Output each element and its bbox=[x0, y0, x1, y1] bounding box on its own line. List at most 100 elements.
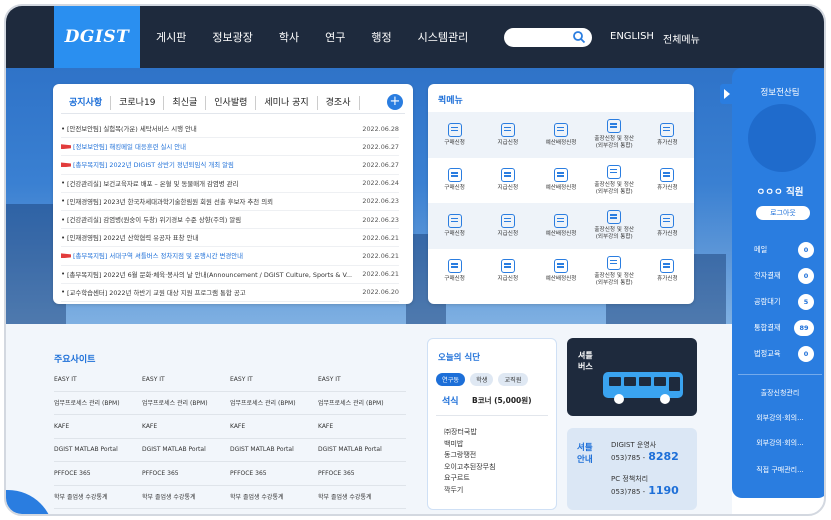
site-link[interactable]: EASY IT bbox=[318, 376, 406, 383]
english-link[interactable]: ENGLISH bbox=[610, 31, 654, 42]
tab-seminar[interactable]: 세미나 공지 bbox=[256, 95, 318, 110]
notice-title[interactable]: [총무복지팀] 서대구역 셔틀버스 정차지점 및 운행시간 변경안내 bbox=[73, 251, 361, 260]
logout-button[interactable]: 로그아웃 bbox=[756, 206, 810, 220]
quick-menu-item[interactable]: 출장신청 및 정산 (외부강의 통합) bbox=[588, 158, 641, 204]
site-link[interactable]: DGIST MATLAB Portal bbox=[230, 446, 318, 453]
notice-row[interactable]: [정보보안팀] 해킹메일 대응훈련 실시 안내 2022.06.27 bbox=[61, 138, 399, 157]
quick-menu-item[interactable]: 지급신청 bbox=[481, 112, 534, 158]
site-link[interactable]: KAFE bbox=[230, 423, 318, 430]
quick-menu-item[interactable]: 예산배정신청 bbox=[534, 249, 587, 295]
notice-title[interactable]: [교수학습센터] 2022년 하반기 교원 대상 지원 프로그램 통합 공고 bbox=[67, 288, 361, 297]
notice-row[interactable]: • [건강관리실] 보건교육자료 배포 – 온혈 및 동물매개 감염병 관리 202… bbox=[61, 175, 399, 193]
notice-row[interactable]: • [인재경영팀] 2023년 한국차세대과학기술한림원 회원 선출 후보자 추천… bbox=[61, 193, 399, 211]
site-link[interactable]: 학부 졸업생 수강통계 bbox=[230, 492, 318, 501]
quick-menu-item[interactable]: 휴가신청 bbox=[641, 158, 694, 204]
meal-tab-staff[interactable]: 교직원 bbox=[498, 373, 528, 386]
site-link[interactable]: PFFOCE 365 bbox=[54, 470, 142, 477]
shuttle-bus-card[interactable]: 셔틀 버스 bbox=[567, 338, 697, 416]
site-link[interactable]: DGIST MATLAB Portal bbox=[54, 446, 142, 453]
quick-menu-item[interactable]: 예산배정신청 bbox=[534, 203, 587, 249]
site-link[interactable]: 학부 졸업생 수강통계 bbox=[54, 492, 142, 501]
site-link[interactable]: EASY IT bbox=[54, 376, 142, 383]
site-link[interactable]: PFFOCE 365 bbox=[318, 470, 406, 477]
meal-tab-research[interactable]: 연구동 bbox=[436, 373, 466, 386]
notice-title[interactable]: [인재경영팀] 2022년 산학협력 유공자 표창 안내 bbox=[67, 233, 361, 242]
nav-board[interactable]: 게시판 bbox=[156, 29, 186, 45]
notice-row[interactable]: • [인재경영팀] 2022년 산학협력 유공자 표창 안내 2022.06.21 bbox=[61, 229, 399, 248]
quick-menu-item[interactable]: 휴가신청 bbox=[641, 249, 694, 295]
quick-menu-label: 출장신청 및 정산 (외부강의 통합) bbox=[594, 227, 634, 241]
notice-title[interactable]: [총무복지팀] 2022년 6월 문화·체육·봉사의 날 안내(Announce… bbox=[67, 270, 361, 279]
site-link[interactable]: PFFOCE 365 bbox=[230, 470, 318, 477]
notice-row[interactable]: • [교수학습센터] 2022년 하반기 교원 대상 지원 프로그램 통합 공고 2… bbox=[61, 284, 399, 302]
nav-info[interactable]: 정보광장 bbox=[212, 29, 252, 45]
site-link[interactable]: 업무프로세스 관리 (BPM) bbox=[230, 398, 318, 407]
quick-menu-item[interactable]: 구매신청 bbox=[428, 249, 481, 295]
site-link[interactable]: 학부 졸업생 수강통계 bbox=[318, 492, 406, 501]
nav-system[interactable]: 시스템관리 bbox=[418, 29, 469, 45]
meal-tab-student[interactable]: 학생 bbox=[470, 373, 494, 386]
counter-integrated[interactable]: 통합결재 89 bbox=[754, 316, 814, 340]
site-link[interactable]: DGIST MATLAB Portal bbox=[318, 446, 406, 453]
notice-row[interactable]: • [건강관리실] 감염병(원숭이 두창) 위기경보 수준 상향(주의) 알림 20… bbox=[61, 211, 399, 230]
quick-menu-item[interactable]: 지급신청 bbox=[481, 249, 534, 295]
notice-title[interactable]: [건강관리실] 보건교육자료 배포 – 온혈 및 동물매개 감염병 관리 bbox=[67, 179, 361, 188]
nav-research[interactable]: 연구 bbox=[325, 29, 345, 45]
tab-events[interactable]: 경조사 bbox=[318, 95, 360, 110]
quick-menu-label: 구매신청 bbox=[444, 230, 465, 237]
counter-viewing[interactable]: 공람대기 5 bbox=[754, 290, 814, 314]
quick-menu-item[interactable]: 출장신청 및 정산 (외부강의 통합) bbox=[588, 203, 641, 249]
quick-menu-item[interactable]: 출장신청 및 정산 (외부강의 통합) bbox=[588, 112, 641, 158]
quick-menu-item[interactable]: 예산배정신청 bbox=[534, 158, 587, 204]
site-link[interactable]: KAFE bbox=[142, 423, 230, 430]
site-link[interactable]: EASY IT bbox=[230, 376, 318, 383]
search-icon[interactable] bbox=[572, 30, 586, 44]
quick-menu-item[interactable]: 휴가신청 bbox=[641, 203, 694, 249]
quick-menu-item[interactable]: 구매신청 bbox=[428, 158, 481, 204]
notice-title[interactable]: [안전보안팀] 실험복(가운) 세탁서비스 시행 안내 bbox=[67, 124, 361, 133]
contact-number[interactable]: 053)785 -1190 bbox=[611, 484, 679, 497]
search-input[interactable] bbox=[512, 30, 572, 45]
counter-mail[interactable]: 메일 0 bbox=[754, 238, 814, 262]
quick-menu-item[interactable]: 지급신청 bbox=[481, 203, 534, 249]
sidebar-link[interactable]: 출장신청관리 bbox=[732, 388, 824, 398]
quick-menu-item[interactable]: 지급신청 bbox=[481, 158, 534, 204]
site-link[interactable]: 업무프로세스 관리 (BPM) bbox=[142, 398, 230, 407]
site-link[interactable]: KAFE bbox=[318, 423, 406, 430]
tab-latest[interactable]: 최신글 bbox=[164, 95, 207, 110]
nav-academic[interactable]: 학사 bbox=[279, 29, 299, 45]
all-menu-link[interactable]: 전체메뉴 bbox=[663, 31, 700, 46]
more-button[interactable]: + bbox=[387, 94, 403, 110]
sidebar-link[interactable]: 직접 구매관리... bbox=[732, 465, 824, 475]
quick-menu-item[interactable]: 구매신청 bbox=[428, 203, 481, 249]
tab-covid[interactable]: 코로나19 bbox=[111, 95, 165, 110]
counter-approval[interactable]: 전자결재 0 bbox=[754, 264, 814, 288]
quick-menu-item[interactable]: 예산배정신청 bbox=[534, 112, 587, 158]
notice-title[interactable]: [정보보안팀] 해킹메일 대응훈련 실시 안내 bbox=[73, 142, 361, 151]
sidebar-link[interactable]: 외부강의·회의... bbox=[732, 438, 824, 448]
notice-row[interactable]: [총무복지팀] 2022년 DIGIST 상반기 정년퇴임식 개최 알림 2022… bbox=[61, 156, 399, 175]
quick-menu-item[interactable]: 출장신청 및 정산 (외부강의 통합) bbox=[588, 249, 641, 295]
notice-row[interactable]: • [안전보안팀] 실험복(가운) 세탁서비스 시행 안내 2022.06.28 bbox=[61, 120, 399, 139]
tab-personnel[interactable]: 인사발령 bbox=[206, 95, 257, 110]
notice-row[interactable]: [총무복지팀] 서대구역 셔틀버스 정차지점 및 운행시간 변경안내 2022.0… bbox=[61, 247, 399, 266]
quick-menu-item[interactable]: 구매신청 bbox=[428, 112, 481, 158]
sidebar-link[interactable]: 외부강의·회의... bbox=[732, 413, 824, 423]
site-link[interactable]: EASY IT bbox=[142, 376, 230, 383]
site-link[interactable]: PFFOCE 365 bbox=[142, 470, 230, 477]
contact-number[interactable]: 053)785 -8282 bbox=[611, 450, 679, 463]
notice-title[interactable]: [총무복지팀] 2022년 DIGIST 상반기 정년퇴임식 개최 알림 bbox=[73, 160, 361, 169]
site-link[interactable]: 업무프로세스 관리 (BPM) bbox=[318, 398, 406, 407]
notice-row[interactable]: • [총무복지팀] 2022년 6월 문화·체육·봉사의 날 안내(Announc… bbox=[61, 266, 399, 284]
site-link[interactable]: KAFE bbox=[54, 423, 142, 430]
quick-menu-item[interactable]: 휴가신청 bbox=[641, 112, 694, 158]
notice-title[interactable]: [인재경영팀] 2023년 한국차세대과학기술한림원 회원 선출 후보자 추천 … bbox=[67, 197, 361, 206]
logo[interactable]: DGIST bbox=[54, 6, 140, 68]
site-link[interactable]: 업무프로세스 관리 (BPM) bbox=[54, 398, 142, 407]
counter-education[interactable]: 법정교육 0 bbox=[754, 342, 814, 366]
notice-title[interactable]: [건강관리실] 감염병(원숭이 두창) 위기경보 수준 상향(주의) 알림 bbox=[67, 215, 361, 224]
site-link[interactable]: 학부 졸업생 수강통계 bbox=[142, 492, 230, 501]
nav-admin[interactable]: 행정 bbox=[371, 29, 391, 45]
site-link[interactable]: DGIST MATLAB Portal bbox=[142, 446, 230, 453]
tab-notice[interactable]: 공지사항 bbox=[61, 95, 112, 110]
